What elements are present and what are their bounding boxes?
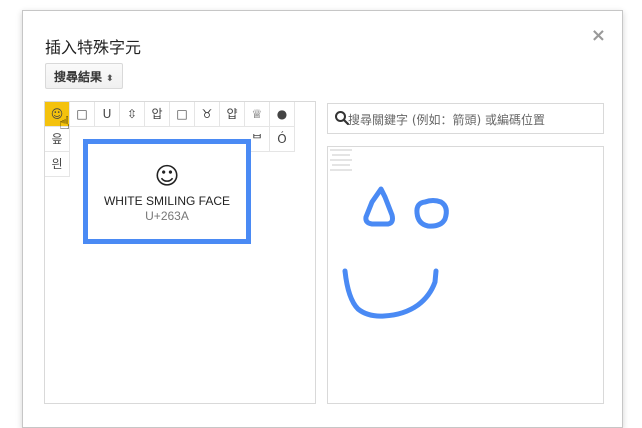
char-cell[interactable]: ♕	[245, 102, 270, 127]
search-placeholder: 搜尋關鍵字 (例如：箭頭) 或編碼位置	[348, 113, 545, 127]
handwriting-strokes	[342, 186, 449, 319]
char-cell[interactable]: □	[170, 102, 195, 127]
char-cell[interactable]: ᑌ	[95, 102, 120, 127]
close-icon[interactable]: ×	[591, 25, 606, 46]
character-preview-tooltip: ☺ WHITE SMILING FACE U+263A	[83, 139, 251, 244]
char-cell[interactable]: Ó	[270, 127, 295, 152]
stroke-smile	[342, 268, 439, 319]
char-cell[interactable]: 압	[145, 102, 170, 127]
stroke-triangle	[363, 186, 395, 227]
char-cell[interactable]: □	[70, 102, 95, 127]
dialog-title: 插入特殊字元	[45, 38, 142, 57]
insert-special-character-dialog: 插入特殊字元 × 搜尋結果 ⬍ ☺ □ ᑌ ⇳ 압 □ ♉ 얍 ♕ ● 읖 ᄇ Ó…	[22, 10, 623, 428]
preview-glyph: ☺	[154, 162, 180, 190]
char-cell[interactable]: ⇳	[120, 102, 145, 127]
handwriting-canvas[interactable]	[327, 146, 604, 404]
char-cell[interactable]: 읜	[45, 152, 70, 177]
dropdown-label: 搜尋結果	[54, 70, 103, 84]
updown-arrow-icon: ⬍	[106, 74, 114, 84]
char-cell[interactable]: ♉	[195, 102, 220, 127]
stroke-circle	[414, 198, 449, 229]
preview-code: U+263A	[145, 209, 189, 223]
category-dropdown[interactable]: 搜尋結果 ⬍	[45, 63, 123, 89]
search-input[interactable]: 搜尋關鍵字 (例如：箭頭) 或編碼位置	[327, 103, 604, 134]
hand-cursor-icon: ☝	[59, 113, 70, 134]
char-cell[interactable]: ●	[270, 102, 295, 127]
preview-name: WHITE SMILING FACE	[103, 194, 230, 208]
char-cell[interactable]: 얍	[220, 102, 245, 127]
resize-handle-icon[interactable]	[328, 147, 354, 173]
